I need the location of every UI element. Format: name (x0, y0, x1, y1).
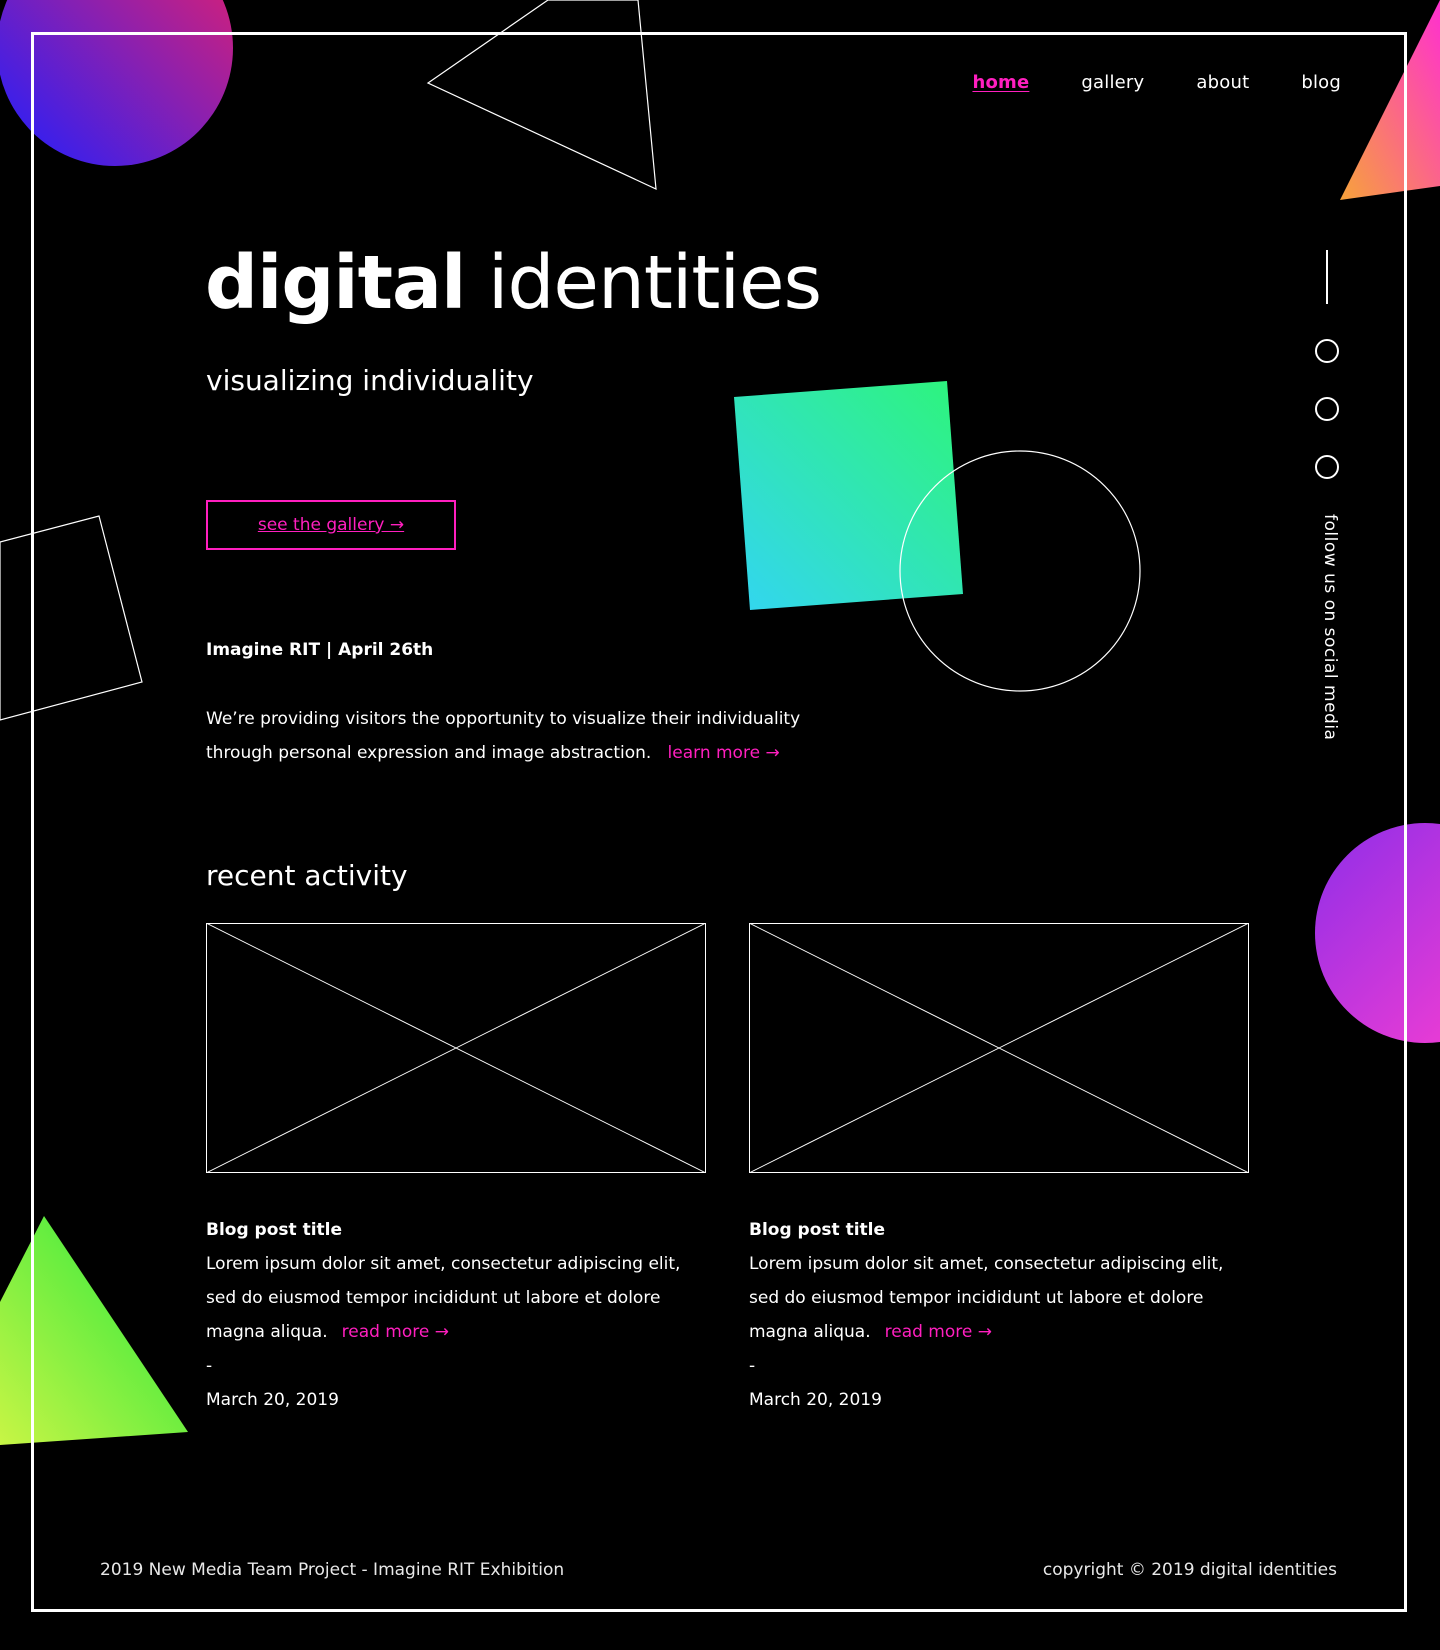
gradient-circle-top-left (0, 0, 233, 166)
main-nav: home gallery about blog (972, 72, 1341, 93)
hero-title: digital identities (205, 246, 822, 320)
read-more-link[interactable]: read more → (885, 1322, 992, 1342)
hero-subtitle: visualizing individuality (206, 364, 534, 397)
image-placeholder[interactable] (206, 923, 706, 1173)
nav-gallery[interactable]: gallery (1081, 72, 1144, 93)
social-icon-2[interactable] (1315, 397, 1339, 421)
see-gallery-label: see the gallery → (257, 515, 405, 535)
recent-activity-title: recent activity (206, 859, 408, 892)
hero-description: We’re providing visitors the opportunity… (206, 702, 846, 770)
hero-title-bold: digital (205, 240, 466, 326)
blog-post-date: March 20, 2019 (206, 1390, 339, 1410)
outline-circle-center (899, 450, 1141, 692)
event-info: Imagine RIT | April 26th (206, 640, 434, 660)
nav-home[interactable]: home (972, 72, 1029, 93)
date-separator: - (206, 1356, 213, 1376)
nav-about[interactable]: about (1196, 72, 1249, 93)
learn-more-link[interactable]: learn more → (668, 743, 780, 763)
outline-rectangle-left (0, 515, 143, 721)
gradient-circle-right (1315, 823, 1440, 1043)
blog-card: Blog post title Lorem ipsum dolor sit am… (206, 923, 706, 1417)
social-icon-3[interactable] (1315, 455, 1339, 479)
nav-blog[interactable]: blog (1301, 72, 1341, 93)
blog-post-body: Lorem ipsum dolor sit amet, consectetur … (749, 1247, 1249, 1349)
outline-triangle-top (426, 0, 657, 190)
date-separator: - (749, 1356, 756, 1376)
gradient-triangle-top-right (1340, 0, 1440, 200)
gradient-square (734, 381, 963, 610)
blog-post-date: March 20, 2019 (749, 1390, 882, 1410)
footer-copyright: copyright © 2019 digital identities (1042, 1560, 1337, 1580)
hero-title-light: identities (487, 240, 822, 326)
social-label: follow us on social media (1320, 514, 1340, 741)
read-more-link[interactable]: read more → (342, 1322, 449, 1342)
blog-post-title: Blog post title (206, 1220, 342, 1240)
social-icon-1[interactable] (1315, 339, 1339, 363)
see-gallery-button[interactable]: see the gallery → (206, 500, 456, 550)
blog-card: Blog post title Lorem ipsum dolor sit am… (749, 923, 1249, 1417)
blog-post-title: Blog post title (749, 1220, 885, 1240)
social-divider (1326, 250, 1328, 304)
blog-post-body: Lorem ipsum dolor sit amet, consectetur … (206, 1247, 706, 1349)
gradient-triangle-bottom-left (0, 1216, 188, 1445)
footer-project-credit: 2019 New Media Team Project - Imagine RI… (100, 1560, 565, 1580)
image-placeholder[interactable] (749, 923, 1249, 1173)
